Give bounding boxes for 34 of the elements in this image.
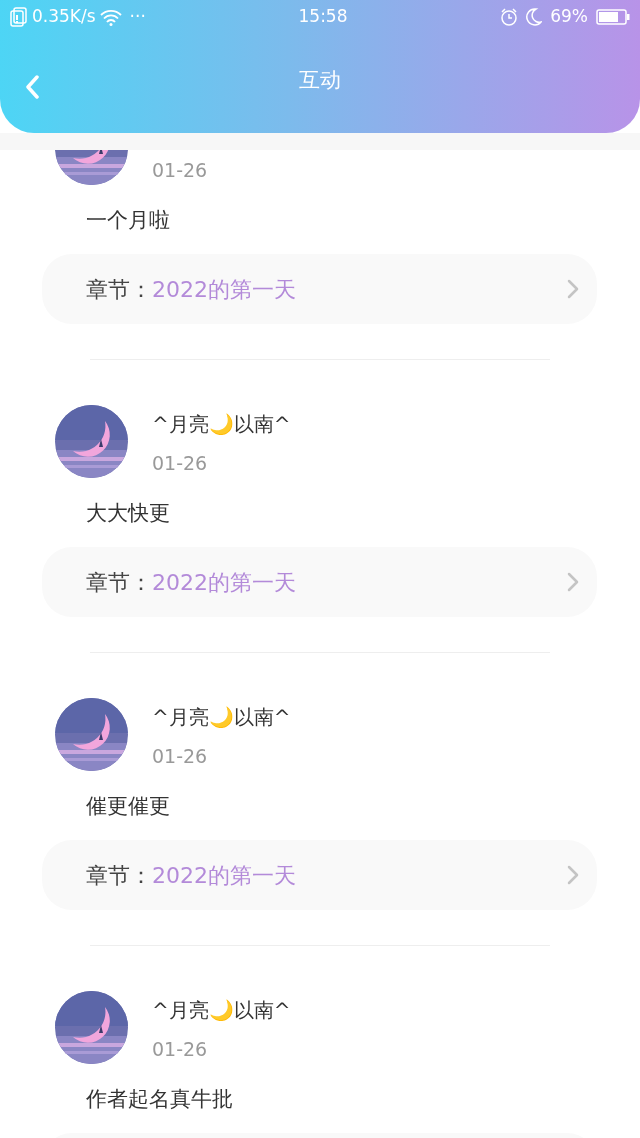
comment-date: 01-26 [152, 451, 209, 475]
chapter-label: 章节： [86, 568, 152, 597]
user-name: ^月亮🌙以南^ [152, 998, 291, 1022]
comment-text: 作者起名真牛批 [86, 1086, 234, 1112]
chevron-right-icon [567, 279, 579, 299]
chapter-title: 2022的第一天 [152, 568, 297, 597]
chapter-label: 章节： [86, 275, 152, 304]
comment-date: 01-26 [152, 744, 209, 768]
alarm-icon [500, 8, 519, 26]
comment-date: 01-26 [152, 1037, 209, 1061]
wifi-icon [99, 8, 122, 26]
chevron-right-icon [567, 865, 579, 885]
comment-text: 大大快更 [86, 500, 171, 526]
battery-percent: 69% [550, 5, 588, 29]
moon-icon [526, 8, 543, 26]
comment-date: 01-26 [152, 158, 208, 182]
battery-icon [596, 8, 630, 26]
back-icon[interactable] [25, 75, 39, 99]
chapter-link[interactable]: 章节：2022的第一天 [42, 254, 597, 324]
chapter-link[interactable]: 章节：2022的第一天 [42, 840, 597, 910]
chapter-label: 章节： [86, 861, 152, 890]
network-speed: 0.35K/s [32, 5, 96, 29]
user-name: ^月亮🌙以南^ [152, 412, 291, 436]
page-title: 互动 [299, 66, 341, 94]
status-time: 15:58 [297, 5, 349, 29]
chapter-title: 2022的第一天 [152, 275, 297, 304]
user-name: ^月亮🌙以南^ [152, 705, 291, 729]
comment-text: 催更催更 [86, 793, 171, 819]
chapter-title: 2022的第一天 [152, 861, 297, 890]
chapter-link[interactable]: 章节：2022的第一天 [42, 547, 597, 617]
comment-text: 一个月啦 [86, 207, 171, 233]
more-indicator: ··· [129, 5, 146, 29]
sim-card-icon [10, 7, 28, 27]
chevron-right-icon [567, 572, 579, 592]
